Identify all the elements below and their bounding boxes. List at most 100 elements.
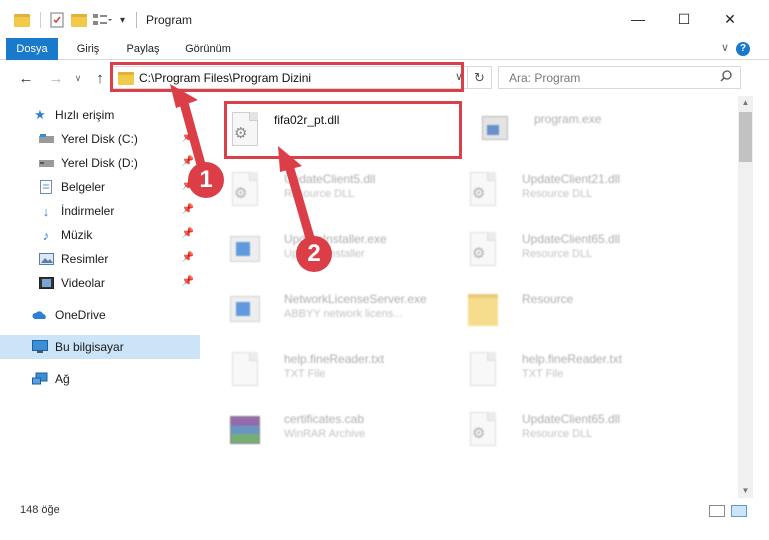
download-icon: ↓ [42, 203, 50, 219]
navigation-pane: ★ Hızlı erişim Yerel Disk (C:) 📌 Yerel D… [0, 96, 200, 498]
file-name[interactable]: help.fineReader.txt [284, 352, 384, 366]
tab-share[interactable]: Paylaş [120, 38, 166, 60]
file-type: Resource DLL [522, 248, 593, 260]
pictures-icon [38, 252, 54, 266]
file-item[interactable]: ⚙ UpdateClient65.dll Resource DLL [438, 224, 668, 280]
close-button[interactable]: ✕ [707, 4, 753, 34]
text-file-icon [466, 352, 500, 392]
sidebar-item-label: Resimler [61, 252, 109, 266]
videos-icon [38, 276, 54, 290]
file-item[interactable]: NetworkLicenseServer.exe ABBYY network l… [200, 284, 430, 340]
sidebar-item-label: Belgeler [61, 180, 106, 194]
minimize-button[interactable]: — [615, 4, 661, 34]
sidebar-item-videos[interactable]: Videolar 📌 [0, 271, 200, 295]
text-file-icon [228, 352, 262, 392]
sidebar-item-this-pc[interactable]: Bu bilgisayar [0, 335, 200, 359]
file-name[interactable]: UpdateClient21.dll [522, 172, 620, 186]
search-placeholder[interactable]: Ara: Program [509, 71, 580, 85]
file-name[interactable]: Resource [522, 292, 573, 306]
pin-icon[interactable]: 📌 [182, 276, 194, 287]
star-icon: ★ [34, 107, 46, 122]
pin-icon[interactable]: 📌 [182, 156, 194, 167]
sidebar-item-documents[interactable]: Belgeler 📌 [0, 175, 200, 199]
file-name[interactable]: program.exe [534, 112, 601, 126]
refresh-icon[interactable]: ↻ [467, 67, 491, 88]
forward-arrow-icon[interactable]: → [46, 68, 66, 88]
file-name[interactable]: UpdateClient5.dll [284, 172, 375, 186]
pin-icon[interactable]: 📌 [182, 204, 194, 215]
address-highlight-box [110, 62, 464, 92]
file-name[interactable]: NetworkLicenseServer.exe [284, 292, 427, 306]
help-icon[interactable]: ? [736, 42, 750, 56]
title-bar: ▾ Program — ☐ ✕ [0, 0, 769, 38]
back-arrow-icon[interactable]: ← [16, 68, 36, 88]
scroll-up-icon[interactable]: ▲ [738, 96, 753, 110]
file-item[interactable]: ⚙ UpdateClient21.dll Resource DLL [438, 164, 668, 220]
documents-icon [38, 180, 54, 194]
scroll-down-icon[interactable]: ▼ [738, 484, 753, 498]
view-options-icon[interactable] [92, 10, 112, 30]
sidebar-item-label: Müzik [61, 228, 93, 242]
sidebar-item-quick-access[interactable]: ★ Hızlı erişim [0, 103, 200, 127]
pin-icon[interactable]: 📌 [182, 132, 194, 143]
archive-icon [228, 412, 262, 452]
file-highlight-box [224, 101, 462, 159]
file-item[interactable]: help.fineReader.txt TXT File [438, 344, 668, 400]
properties-icon[interactable] [49, 10, 65, 30]
customize-toolbar-icon[interactable]: ▾ [120, 10, 125, 30]
file-item[interactable]: help.fineReader.txt TXT File [200, 344, 430, 400]
computer-icon [32, 340, 48, 354]
up-arrow-icon[interactable]: ↑ [90, 68, 110, 88]
ribbon-tabs: Dosya Giriş Paylaş Görünüm ∨ ? [0, 38, 769, 60]
tab-file[interactable]: Dosya [6, 38, 58, 60]
file-name[interactable]: UpdateClient65.dll [522, 232, 620, 246]
file-type: WinRAR Archive [284, 428, 366, 440]
tab-view[interactable]: Görünüm [178, 38, 238, 60]
maximize-button[interactable]: ☐ [661, 4, 707, 34]
divider [40, 12, 41, 28]
file-name[interactable]: help.fineReader.txt [522, 352, 622, 366]
tab-home[interactable]: Giriş [68, 38, 108, 60]
folder-icon [466, 292, 500, 332]
dll-icon: ⚙ [466, 172, 500, 212]
file-item[interactable]: certificates.cab WinRAR Archive [200, 404, 430, 460]
sidebar-item-disk-d[interactable]: Yerel Disk (D:) 📌 [0, 151, 200, 175]
window-title: Program [146, 13, 193, 27]
pin-icon[interactable]: 📌 [182, 228, 194, 239]
vertical-scrollbar[interactable]: ▲ ▼ [738, 96, 753, 498]
file-item[interactable]: program.exe [450, 104, 680, 160]
file-type: TXT File [284, 368, 326, 380]
file-item[interactable]: ⚙ UpdateClient65.dll Resource DLL [438, 404, 668, 460]
pin-icon[interactable]: 📌 [182, 252, 194, 263]
scroll-thumb[interactable] [739, 112, 752, 162]
sidebar-item-label: Ağ [55, 372, 70, 386]
file-type: ABBYY network licens... [284, 308, 403, 320]
file-type: Resource DLL [522, 428, 593, 440]
details-view-icon[interactable] [709, 505, 725, 517]
file-type: Resource DLL [284, 188, 355, 200]
folder-icon [14, 10, 30, 30]
sidebar-item-network[interactable]: Ağ [0, 367, 200, 391]
file-item[interactable]: Resource [438, 284, 668, 340]
recent-locations-icon[interactable]: ∨ [68, 68, 88, 88]
sidebar-item-onedrive[interactable]: OneDrive [0, 303, 200, 327]
sidebar-item-music[interactable]: ♪ Müzik 📌 [0, 223, 200, 247]
cloud-icon [32, 308, 48, 322]
file-item[interactable]: ⚙ UpdateClient5.dll Resource DLL [200, 164, 430, 220]
search-icon[interactable] [720, 70, 732, 85]
expand-ribbon-icon[interactable]: ∨ [721, 41, 729, 54]
file-name[interactable]: UpdateClient65.dll [522, 412, 620, 426]
search-box[interactable]: Ara: Program [498, 66, 741, 89]
title-separator [136, 12, 137, 28]
exe-icon [478, 112, 512, 152]
sidebar-item-pictures[interactable]: Resimler 📌 [0, 247, 200, 271]
sidebar-item-label: Yerel Disk (C:) [61, 132, 138, 146]
sidebar-item-downloads[interactable]: ↓ İndirmeler 📌 [0, 199, 200, 223]
step-2-badge: 2 [296, 236, 332, 272]
file-name[interactable]: certificates.cab [284, 412, 364, 426]
dll-icon: ⚙ [228, 172, 262, 212]
drive-icon [38, 132, 54, 146]
sidebar-item-disk-c[interactable]: Yerel Disk (C:) 📌 [0, 127, 200, 151]
new-folder-icon[interactable] [71, 10, 87, 30]
tiles-view-icon[interactable] [731, 505, 747, 517]
